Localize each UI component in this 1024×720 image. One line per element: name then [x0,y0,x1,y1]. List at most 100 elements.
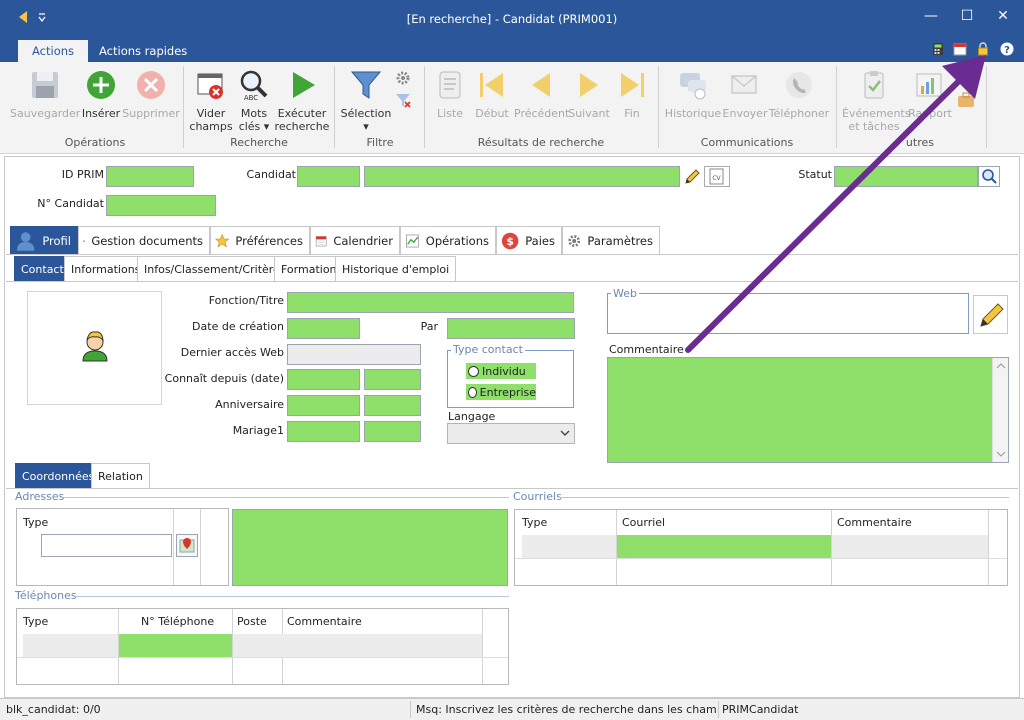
chevron-up-icon[interactable] [996,362,1006,370]
delete-button[interactable]: Supprimer [122,68,180,120]
dollar-icon: $ [501,232,519,249]
maximize-button[interactable]: ☐ [953,6,981,26]
first-button[interactable]: Début [472,68,512,120]
keywords-button[interactable]: ABC Mots clés ▾ [234,68,274,133]
known-since-extra-field[interactable] [364,369,421,390]
chevron-down-icon[interactable] [996,450,1006,458]
birthday-extra-field[interactable] [364,395,421,416]
tab-quick-actions[interactable]: Actions rapides [85,40,201,62]
tab-parameters[interactable]: Paramètres [562,226,660,254]
report-button[interactable]: Rapport [906,68,954,120]
phones-grid[interactable]: Type N° Téléphone Poste Commentaire [16,608,509,685]
clear-filter-icon[interactable] [395,92,411,108]
gear-icon [568,234,581,247]
map-button[interactable] [176,534,198,557]
status-search-button[interactable] [978,166,1000,187]
tab-calendar[interactable]: Calendrier [310,226,400,254]
grid-divider [988,510,989,585]
svg-text:CV: CV [712,175,721,182]
tab-pay[interactable]: $ Paies [496,226,562,254]
tab-coordinates[interactable]: Coordonnées [15,463,102,488]
phone-button[interactable]: Téléphoner [768,68,830,120]
list-label: Liste [437,107,463,120]
events-tasks-button[interactable]: Événements et tâches [842,68,910,133]
last-web-access-field [287,344,421,365]
candidate-number-field[interactable] [106,195,216,216]
previous-label: Précédent [514,107,570,120]
individual-label: Individu [482,364,526,378]
phone-number-cell[interactable] [119,634,232,657]
birthday-field[interactable] [287,395,360,416]
minimize-button[interactable]: — [917,6,945,26]
table-row[interactable] [23,634,118,657]
addresses-grid[interactable]: Type [16,508,229,586]
folder-icon [83,239,86,242]
by-field[interactable] [447,318,575,339]
photo-box[interactable] [27,291,162,405]
comment-field[interactable] [607,357,1009,463]
candidate-code-field[interactable] [297,166,360,187]
email-type-header: Type [522,516,548,529]
created-field[interactable] [287,318,360,339]
save-button[interactable]: Sauvegarder [10,68,80,120]
send-button[interactable]: Envoyer [722,68,768,120]
grid-divider [482,609,483,684]
title-bar: [En recherche] - Candidat (PRIM001) — ☐ … [0,0,1024,38]
lock-icon[interactable] [976,42,990,56]
web-group[interactable] [607,293,969,334]
phone-type-header: Type [23,615,49,628]
comment-scrollbar[interactable] [992,358,1008,462]
tab-training[interactable]: Formation [274,256,344,281]
tab-preferences[interactable]: Préférences [210,226,310,254]
clear-fields-button[interactable]: Vider champs [188,68,234,133]
insert-button[interactable]: Insérer [80,68,122,120]
status-field[interactable] [834,166,978,187]
individual-radio[interactable]: Individu [466,363,536,379]
funnel-icon [350,71,382,99]
tab-classification[interactable]: Infos/Classement/Critères [137,256,293,281]
help-icon[interactable]: ? [1000,42,1014,56]
language-select[interactable] [447,423,575,444]
previous-button[interactable]: Précédent [514,68,570,120]
pencil-edit-icon[interactable] [682,166,702,187]
selection-label: Sélection [340,107,392,120]
phone-comment-cell[interactable] [233,634,482,657]
calculator-icon[interactable] [931,42,945,56]
tab-profile[interactable]: Profil [10,226,78,254]
history-button[interactable]: Historique [664,68,722,120]
tab-documents[interactable]: Gestion documents [78,226,210,254]
status-bar: blk_candidat: 0/0 Msq: Inscrivez les cri… [0,698,1024,720]
close-button[interactable]: ✕ [989,6,1017,26]
id-prim-field[interactable] [106,166,194,187]
end-button[interactable]: Fin [612,68,652,120]
tab-information[interactable]: Informations [64,256,148,281]
function-field[interactable] [287,292,574,313]
address-type-input[interactable] [41,534,172,557]
web-edit-button[interactable] [973,295,1008,334]
known-since-field[interactable] [287,369,360,390]
marriage-field[interactable] [287,421,360,442]
cv-button[interactable]: CV [704,166,730,187]
email-comment-cell[interactable] [832,535,988,558]
email-cell[interactable] [617,535,831,558]
address-text-field[interactable] [232,509,508,586]
table-row[interactable] [522,535,616,558]
calendar-icon[interactable] [953,42,967,56]
emails-grid[interactable]: Type Courriel Commentaire [514,509,1008,586]
tab-relation[interactable]: Relation [91,463,150,488]
tab-employment-history[interactable]: Historique d'emploi [335,256,457,281]
gear-icon[interactable] [395,70,411,86]
company-radio[interactable]: Entreprise [466,384,536,400]
next-button[interactable]: Suivant [568,68,610,120]
plus-circle-icon [87,71,115,99]
tab-actions[interactable]: Actions [18,40,89,62]
tab-contact[interactable]: Contact [14,256,71,281]
selection-button[interactable]: Sélection ▾ [340,68,392,133]
candidate-name-field[interactable] [364,166,680,187]
briefcase-icon[interactable] [957,92,975,108]
marriage-extra-field[interactable] [364,421,421,442]
execute-search-button[interactable]: Exécuter recherche [274,68,330,133]
company-label: Entreprise [479,385,536,399]
tab-operations[interactable]: Opérations [400,226,496,254]
list-button[interactable]: Liste [430,68,470,120]
